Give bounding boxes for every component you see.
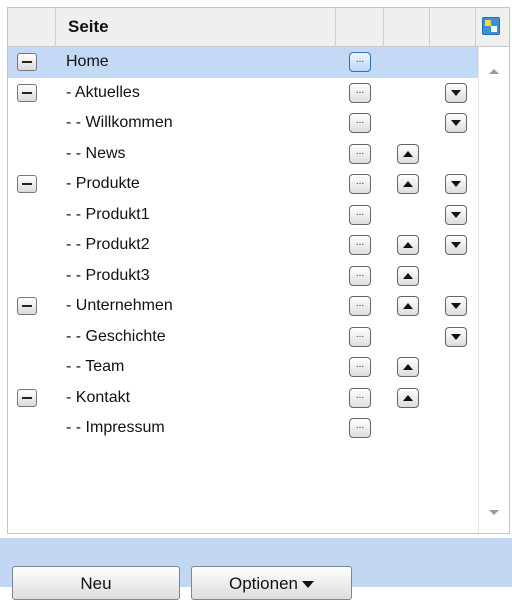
tree-row[interactable]: - - Produkt3... bbox=[8, 261, 479, 292]
collapse-icon[interactable] bbox=[17, 175, 37, 193]
move-down-button[interactable] bbox=[445, 204, 467, 225]
edit-page-button[interactable]: ... bbox=[349, 265, 371, 286]
page-tree-grid: Seite Home... - Aktuelles... - - Willkomme… bbox=[7, 7, 510, 534]
header-down-column bbox=[430, 8, 476, 46]
page-name[interactable]: - - News bbox=[66, 139, 126, 169]
header-page-column[interactable]: Seite bbox=[56, 8, 336, 46]
page-name[interactable]: - - Willkommen bbox=[66, 108, 173, 138]
tree-row[interactable]: - - Produkt2... bbox=[8, 230, 479, 261]
collapse-icon[interactable] bbox=[17, 83, 37, 102]
tree-row[interactable]: - - News... bbox=[8, 139, 479, 170]
page-name[interactable]: - - Produkt3 bbox=[66, 261, 150, 291]
edit-page-button[interactable]: ... bbox=[349, 113, 371, 133]
move-up-button[interactable] bbox=[397, 174, 419, 194]
grid-header: Seite bbox=[8, 8, 509, 47]
edit-page-button[interactable]: ... bbox=[349, 326, 371, 347]
page-name[interactable]: - - Geschichte bbox=[66, 322, 166, 352]
move-down-button[interactable] bbox=[445, 296, 467, 316]
page-name[interactable]: - - Impressum bbox=[66, 413, 165, 443]
move-up-button[interactable] bbox=[397, 387, 419, 408]
tree-row[interactable]: - Unternehmen... bbox=[8, 291, 479, 322]
move-up-button[interactable] bbox=[397, 296, 419, 316]
page-name[interactable]: - Kontakt bbox=[66, 383, 130, 413]
footer-toolbar: Neu Optionen bbox=[0, 538, 512, 600]
options-button[interactable]: Optionen bbox=[191, 566, 352, 600]
edit-page-button[interactable]: ... bbox=[349, 174, 371, 194]
header-up-column bbox=[384, 8, 430, 46]
edit-page-button[interactable]: ... bbox=[349, 82, 371, 103]
move-up-button[interactable] bbox=[397, 235, 419, 255]
edit-page-button[interactable]: ... bbox=[349, 296, 371, 316]
new-button[interactable]: Neu bbox=[12, 566, 180, 600]
edit-page-button[interactable]: ... bbox=[349, 204, 371, 225]
move-down-button[interactable] bbox=[445, 113, 467, 133]
tree-row[interactable]: - - Willkommen... bbox=[8, 108, 479, 139]
scroll-up-arrow-icon[interactable] bbox=[489, 69, 499, 74]
move-down-button[interactable] bbox=[445, 326, 467, 347]
edit-page-button[interactable]: ... bbox=[349, 418, 371, 438]
tree-row[interactable]: - - Produkt1... bbox=[8, 200, 479, 231]
edit-page-button[interactable]: ... bbox=[349, 52, 371, 72]
page-name[interactable]: - - Produkt2 bbox=[66, 230, 150, 260]
page-name[interactable]: - Aktuelles bbox=[66, 78, 140, 108]
move-down-button[interactable] bbox=[445, 174, 467, 194]
header-toggle-column bbox=[8, 8, 56, 46]
header-edit-column bbox=[336, 8, 384, 46]
edit-page-button[interactable]: ... bbox=[349, 235, 371, 255]
tree-row[interactable]: - Kontakt... bbox=[8, 383, 479, 414]
edit-page-button[interactable]: ... bbox=[349, 387, 371, 408]
page-name[interactable]: - - Team bbox=[66, 352, 124, 382]
tree-row[interactable]: - - Impressum... bbox=[8, 413, 479, 444]
collapse-icon[interactable] bbox=[17, 297, 37, 315]
scroll-down-arrow-icon[interactable] bbox=[489, 510, 499, 515]
move-up-button[interactable] bbox=[397, 357, 419, 377]
tree-row[interactable]: - - Team... bbox=[8, 352, 479, 383]
page-name[interactable]: Home bbox=[66, 47, 109, 77]
tree-row[interactable]: - - Geschichte... bbox=[8, 322, 479, 353]
column-chooser-icon[interactable] bbox=[482, 17, 500, 35]
move-down-button[interactable] bbox=[445, 82, 467, 103]
page-name[interactable]: - Unternehmen bbox=[66, 291, 173, 321]
move-down-button[interactable] bbox=[445, 235, 467, 255]
collapse-icon[interactable] bbox=[17, 53, 37, 71]
edit-page-button[interactable]: ... bbox=[349, 143, 371, 164]
options-label: Optionen bbox=[229, 574, 298, 593]
move-up-button[interactable] bbox=[397, 143, 419, 164]
edit-page-button[interactable]: ... bbox=[349, 357, 371, 377]
page-name[interactable]: - Produkte bbox=[66, 169, 140, 199]
collapse-icon[interactable] bbox=[17, 388, 37, 407]
tree-row[interactable]: - Produkte... bbox=[8, 169, 479, 200]
vertical-scrollbar[interactable] bbox=[478, 47, 509, 533]
header-settings-cell bbox=[476, 8, 509, 46]
page-name[interactable]: - - Produkt1 bbox=[66, 200, 150, 230]
tree-row[interactable]: - Aktuelles... bbox=[8, 78, 479, 109]
move-up-button[interactable] bbox=[397, 265, 419, 286]
tree-rows: Home... - Aktuelles... - - Willkommen... - … bbox=[8, 47, 479, 444]
tree-row[interactable]: Home... bbox=[8, 47, 479, 78]
